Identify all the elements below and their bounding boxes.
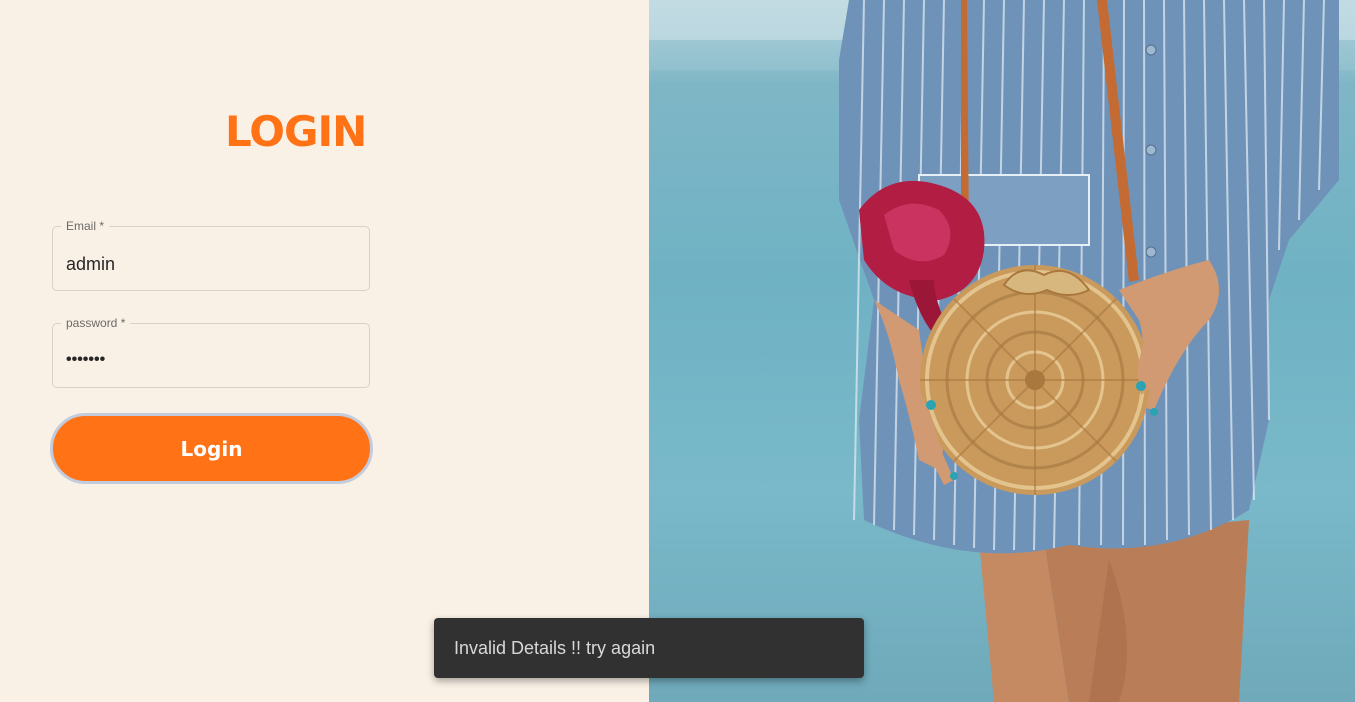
login-panel: LOGIN Email * admin password * ••••••• L… bbox=[0, 0, 649, 702]
password-input[interactable]: ••••••• bbox=[66, 349, 105, 371]
email-label: Email * bbox=[61, 219, 110, 233]
login-button[interactable]: Login bbox=[50, 413, 373, 484]
fashion-photo-icon bbox=[649, 0, 1355, 702]
login-page: LOGIN Email * admin password * ••••••• L… bbox=[0, 0, 1355, 702]
password-label: password * bbox=[61, 316, 131, 330]
password-field[interactable]: password * ••••••• bbox=[52, 316, 370, 388]
page-title: LOGIN bbox=[225, 107, 367, 156]
email-input[interactable]: admin bbox=[66, 253, 115, 275]
error-toast: Invalid Details !! try again bbox=[434, 618, 864, 678]
email-field[interactable]: Email * admin bbox=[52, 219, 370, 291]
hero-image bbox=[649, 0, 1355, 702]
